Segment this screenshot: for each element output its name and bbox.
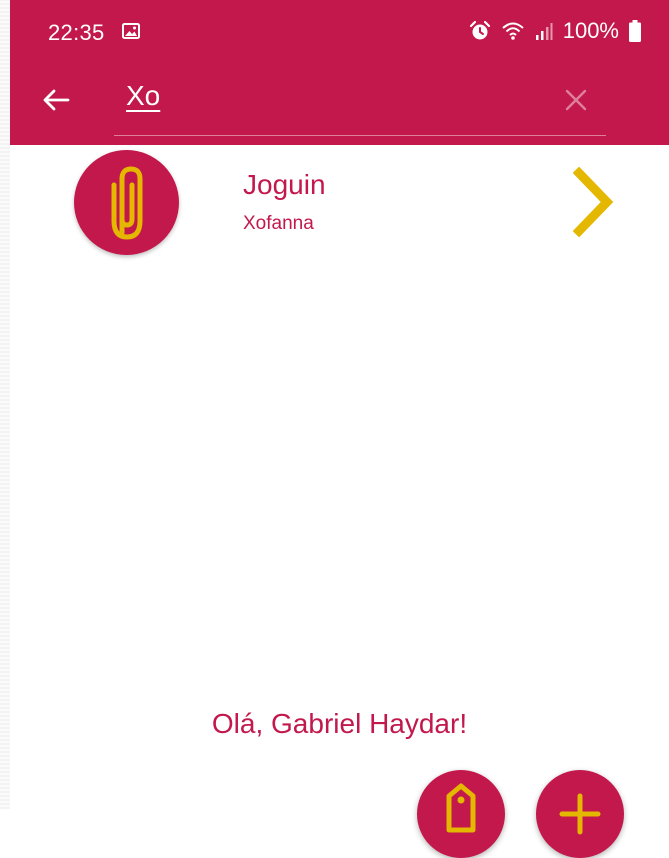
chevron-right-icon	[573, 167, 614, 237]
search-bar: Xo	[10, 64, 669, 145]
back-button[interactable]	[38, 82, 74, 118]
battery-percent: 100%	[562, 18, 619, 43]
close-icon	[565, 89, 587, 111]
clear-search-button[interactable]	[558, 82, 594, 118]
result-list-item[interactable]: Joguin Xofanna	[10, 145, 669, 265]
plus-icon	[559, 793, 601, 835]
paperclip-icon	[111, 166, 142, 239]
add-fab-button[interactable]	[536, 770, 624, 858]
search-input[interactable]: Xo	[126, 80, 160, 112]
signal-icon	[535, 23, 553, 40]
battery-icon	[629, 20, 641, 42]
status-time: 22:35	[48, 20, 105, 45]
alarm-icon	[469, 20, 490, 40]
result-title: Joguin	[243, 169, 326, 200]
left-edge-pattern	[0, 0, 10, 809]
result-subtitle: Xofanna	[243, 213, 314, 234]
greeting-text: Olá, Gabriel Haydar!	[211, 708, 468, 739]
wifi-icon	[502, 22, 524, 40]
app-bar: 22:35 100% Xo	[10, 0, 669, 145]
app-screen: 22:35 100% Xo Joguin Xofanna Olá, Gabrie…	[10, 0, 669, 858]
tag-fab-button[interactable]	[417, 770, 505, 858]
status-icons: 100%	[469, 18, 641, 44]
tag-icon	[446, 783, 476, 833]
image-notification-icon	[122, 23, 140, 39]
status-bar: 22:35 100%	[10, 0, 669, 64]
arrow-left-icon	[43, 89, 70, 111]
search-underline	[114, 135, 606, 136]
avatar	[74, 150, 179, 255]
